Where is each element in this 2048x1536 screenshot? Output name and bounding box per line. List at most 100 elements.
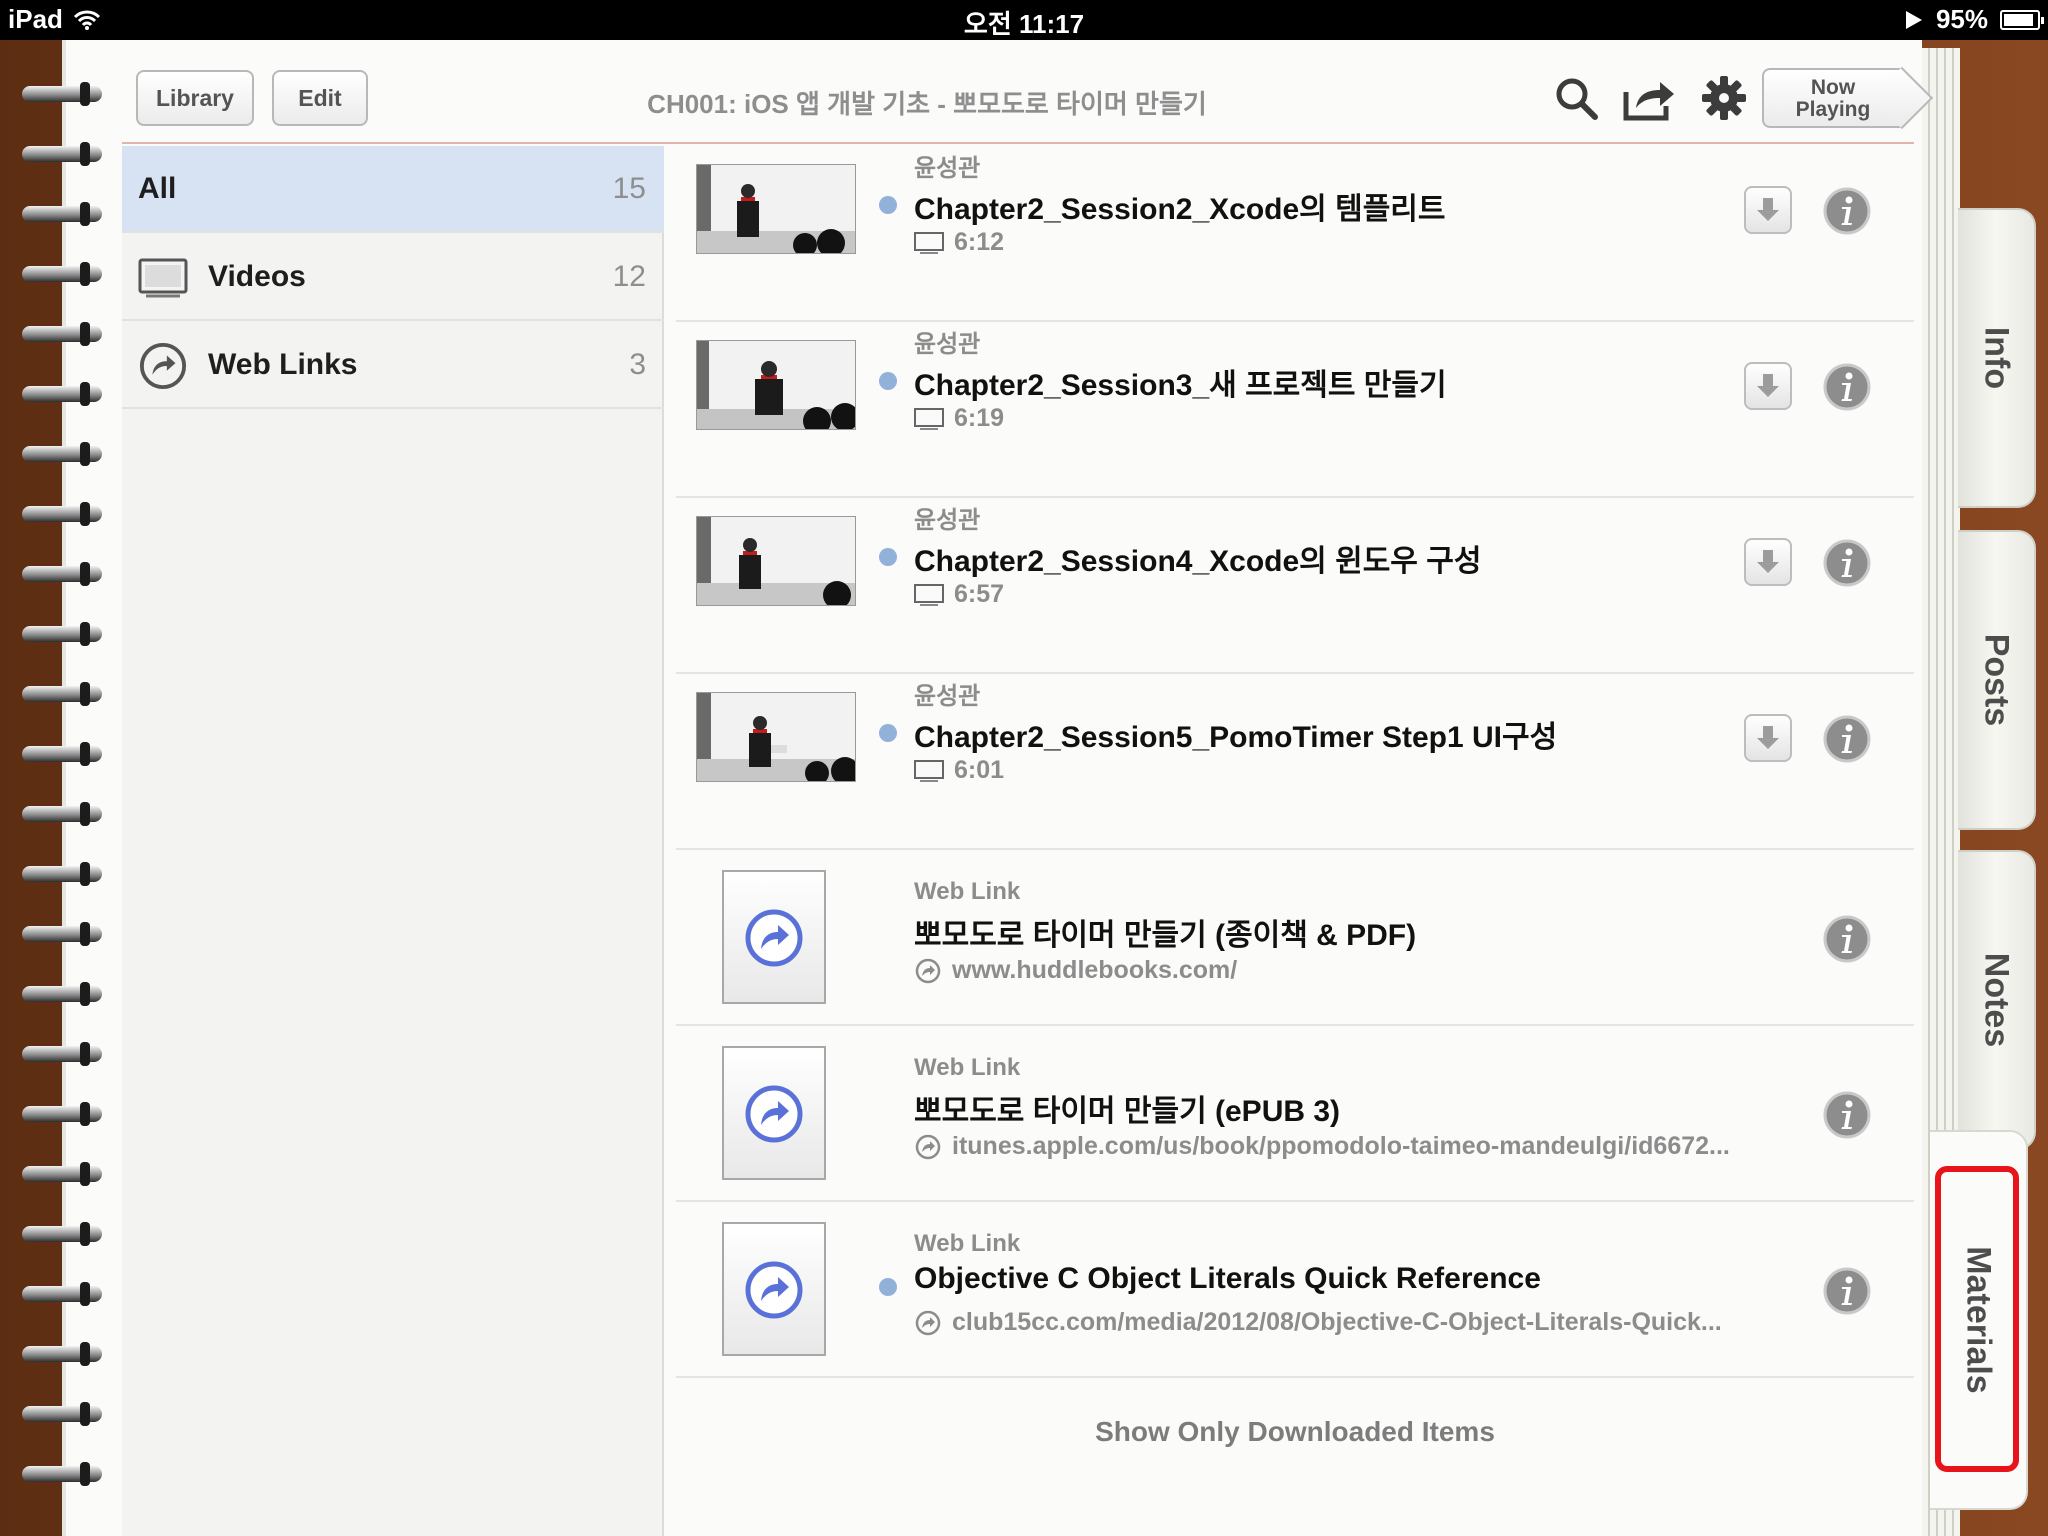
binding-ring [22,740,108,768]
sidebar-item-all[interactable]: All 15 [122,146,664,233]
now-playing-button[interactable]: Now Playing [1762,68,1902,128]
binding-ring [22,500,108,528]
info-icon[interactable] [1822,538,1872,588]
video-thumbnail [696,164,856,254]
info-icon[interactable] [1822,914,1872,964]
gear-icon[interactable] [1700,74,1748,122]
item-author: 윤성관 [914,331,981,358]
sidebar-item-web-links[interactable]: Web Links 3 [122,322,664,409]
link-arrow-icon [139,342,187,390]
info-icon[interactable] [1822,1090,1872,1140]
list-item[interactable]: Web Link 뽀모도로 타이머 만들기 (종이책 & PDF) www.hu… [676,850,1914,1026]
unread-dot [879,1278,897,1296]
link-arrow-icon [745,1261,803,1319]
item-meta: itunes.apple.com/us/book/ppomodolo-taime… [914,1132,1730,1161]
download-button[interactable] [1744,538,1792,586]
sidebar: All 15 Videos 12 Web Links 3 [122,146,664,1536]
binding-ring [22,860,108,888]
item-title: Chapter2_Session4_Xcode의 윈도우 구성 [914,545,1482,578]
list-item[interactable]: 윤성관 Chapter2_Session4_Xcode의 윈도우 구성 6:57 [676,498,1914,674]
list-item[interactable]: 윤성관 Chapter2_Session5_PomoTimer Step1 UI… [676,674,1914,850]
unread-dot [879,548,897,566]
share-icon[interactable] [1622,74,1678,122]
list-item[interactable]: 윤성관 Chapter2_Session3_새 프로젝트 만들기 6:19 [676,322,1914,498]
show-downloaded-button[interactable]: Show Only Downloaded Items [676,1416,1914,1448]
item-duration: 6:19 [954,404,1005,432]
binding-ring [22,440,108,468]
item-title: 뽀모도로 타이머 만들기 (ePUB 3) [914,1095,1341,1128]
tab-notes[interactable]: Notes [1958,850,2036,1150]
item-author: Web Link [914,1054,1021,1081]
download-button[interactable] [1744,186,1792,234]
monitor-icon [914,583,944,606]
item-title: Chapter2_Session3_새 프로젝트 만들기 [914,369,1447,402]
binding-ring [22,80,108,108]
unread-dot [879,724,897,742]
tab-info[interactable]: Info [1958,208,2036,508]
video-thumbnail [696,340,856,430]
binding-ring [22,1340,108,1368]
binding-ring [22,1400,108,1428]
item-title: Objective C Object Literals Quick Refere… [914,1262,1541,1295]
download-button[interactable] [1744,714,1792,762]
materials-list: 윤성관 Chapter2_Session2_Xcode의 템플리트 6:12 윤… [676,146,1914,1536]
info-icon[interactable] [1822,1266,1872,1316]
item-duration: 6:01 [954,756,1005,784]
binding-ring [22,980,108,1008]
tab-info-label: Info [1977,326,2016,390]
now-playing-line1: Now [1810,76,1856,99]
download-arrow-icon [1757,198,1779,221]
item-author: 윤성관 [914,507,981,534]
binding-ring [22,1040,108,1068]
link-arrow-icon [915,1310,941,1335]
item-meta: www.huddlebooks.com/ [914,956,1237,985]
sidebar-item-label: Videos [208,260,306,293]
binding-ring [22,1280,108,1308]
binding-ring [22,620,108,648]
item-meta: club15cc.com/media/2012/08/Objective-C-O… [914,1308,1722,1337]
item-duration: 6:12 [954,228,1005,256]
item-title: Chapter2_Session5_PomoTimer Step1 UI구성 [914,721,1558,754]
download-button[interactable] [1744,362,1792,410]
download-arrow-icon [1757,550,1779,573]
list-item[interactable]: Web Link 뽀모도로 타이머 만들기 (ePUB 3) itunes.ap… [676,1026,1914,1202]
monitor-icon [914,759,944,782]
list-item[interactable]: Web Link Objective C Object Literals Qui… [676,1202,1914,1378]
info-icon[interactable] [1822,362,1872,412]
list-item[interactable]: 윤성관 Chapter2_Session2_Xcode의 템플리트 6:12 [676,146,1914,322]
edit-button[interactable]: Edit [272,70,368,126]
page-title: CH001: iOS 앱 개발 기초 - 뽀모도로 타이머 만들기 [647,89,1207,119]
item-meta: 6:12 [914,228,1004,257]
item-meta: 6:19 [914,404,1004,433]
binding-ring [22,1160,108,1188]
binding-ring [22,1460,108,1488]
download-arrow-icon [1757,374,1779,397]
download-arrow-icon [1757,726,1779,749]
item-url: itunes.apple.com/us/book/ppomodolo-taime… [952,1132,1730,1160]
highlight-box [1935,1166,2019,1472]
item-duration: 6:57 [954,580,1005,608]
item-title: Chapter2_Session2_Xcode의 템플리트 [914,193,1446,226]
play-icon [1905,10,1922,29]
item-url: club15cc.com/media/2012/08/Objective-C-O… [952,1308,1722,1336]
spiral-binding [22,80,112,1536]
tab-notes-label: Notes [1977,952,2016,1048]
sidebar-item-count: 15 [612,172,646,205]
item-meta: 6:01 [914,756,1004,785]
item-meta: 6:57 [914,580,1004,609]
item-url: www.huddlebooks.com/ [952,956,1238,984]
tab-posts[interactable]: Posts [1958,530,2036,830]
tab-posts-label: Posts [1977,633,2016,727]
unread-dot [879,196,897,214]
monitor-icon [138,258,188,298]
info-icon[interactable] [1822,714,1872,764]
status-time: 오전 11:17 [963,9,1085,39]
item-author: 윤성관 [914,155,981,182]
status-bar: iPad 오전 11:17 95% [0,0,2048,40]
binding-ring [22,560,108,588]
sidebar-item-videos[interactable]: Videos 12 [122,234,664,321]
info-icon[interactable] [1822,186,1872,236]
search-icon[interactable] [1552,74,1600,122]
library-button[interactable]: Library [136,70,254,126]
now-playing-line2: Playing [1795,98,1871,121]
